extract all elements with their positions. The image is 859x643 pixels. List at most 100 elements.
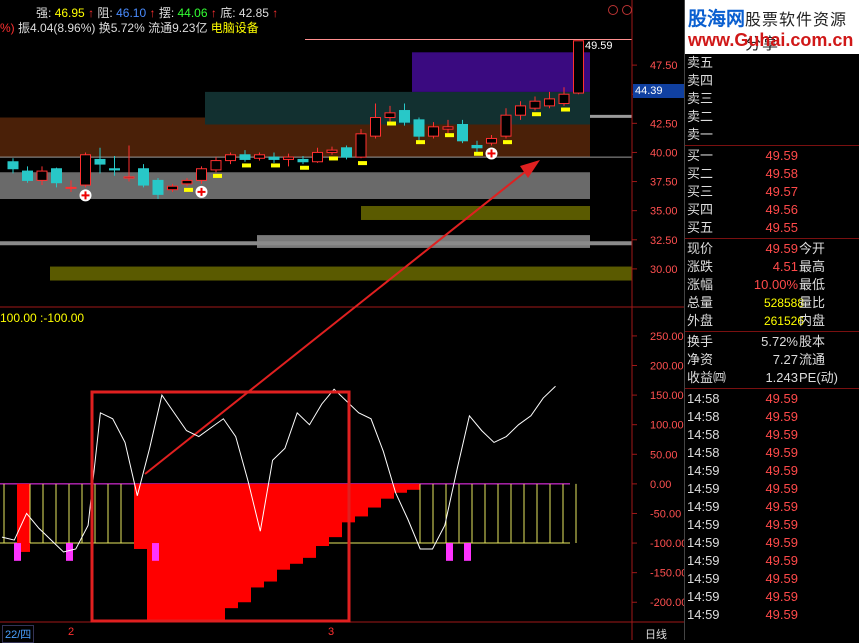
candle-body: [442, 126, 454, 130]
stat-label: 现价: [687, 241, 714, 256]
candle-body: [225, 154, 236, 162]
candle-body: [573, 40, 584, 94]
date-label: 22/四: [2, 625, 35, 643]
candle-body: [268, 156, 280, 160]
candle-body: [457, 123, 468, 142]
close-circle-icon[interactable]: [608, 5, 618, 15]
pink-bar: [66, 543, 73, 561]
signal-mark: [532, 112, 541, 117]
sell-label: 卖三: [687, 91, 714, 106]
swing-label: 摆:: [158, 6, 175, 20]
stat-label: 涨跌: [687, 259, 714, 274]
panel-divider: [685, 238, 859, 239]
oscillator-bar: [277, 483, 290, 570]
tick-time: 14:59: [687, 463, 720, 478]
oscillator-bar: [407, 483, 420, 490]
tick-time: 14:58: [687, 445, 720, 460]
tick-row: 14:58 49.59: [685, 408, 859, 426]
tick-time: 14:59: [687, 553, 720, 568]
panel-divider: [685, 331, 859, 332]
indicator-header: 100.00 :-100.00: [0, 311, 85, 325]
candle-body: [544, 98, 555, 107]
stat-value: 528588: [763, 296, 804, 310]
candle-body: [297, 158, 309, 163]
oscillator-bar: [173, 483, 186, 620]
tick-time: 14:59: [687, 607, 720, 622]
stat-label: 收益㈣: [687, 370, 727, 385]
price-tick-label: 30.00: [650, 264, 678, 276]
candle-body: [239, 154, 251, 160]
tick-price: 49.59: [765, 535, 798, 550]
candle-body: [355, 133, 367, 158]
stat-label: 换手: [687, 334, 714, 349]
panel-divider: [685, 388, 859, 389]
sell-row: 卖一: [685, 126, 859, 144]
oscillator-bar: [17, 483, 30, 552]
candle-body: [413, 119, 425, 137]
signal-mark: [358, 161, 367, 166]
candle-body: [326, 149, 338, 153]
buy-price: 49.58: [765, 166, 798, 181]
tick-price: 49.59: [765, 427, 798, 442]
tick-row: 14:59 49.59: [685, 516, 859, 534]
stat-label: 总量: [687, 295, 714, 310]
osc-tick-label: -50.00: [650, 508, 681, 520]
osc-tick-label: 50.00: [650, 449, 678, 461]
last-price-label: 49.59: [585, 40, 613, 52]
signal-mark: [213, 173, 222, 178]
candle-body: [152, 179, 164, 195]
oscillator-bar: [225, 483, 238, 609]
tick-price: 49.59: [765, 481, 798, 496]
stat-label-right: 内盘: [799, 313, 826, 328]
support-zone: [412, 52, 590, 92]
oscillator-bar: [394, 483, 407, 493]
month-mark-3: 3: [328, 626, 335, 638]
buy-row: 买四 49.56: [685, 201, 859, 219]
tick-row: 14:59 49.59: [685, 588, 859, 606]
signal-mark: [271, 163, 280, 168]
current-price-tag: 44.39: [633, 84, 685, 98]
oscillator-bar: [355, 483, 368, 517]
strong-label: 强:: [36, 6, 52, 20]
oscillator-bar: [368, 483, 381, 508]
candle-body: [471, 144, 483, 149]
candle-body: [80, 154, 91, 186]
tick-time: 14:59: [687, 517, 720, 532]
tick-time: 14:59: [687, 571, 720, 586]
stat-label: 净资: [687, 352, 714, 367]
stat-value: 5.72%: [761, 334, 798, 349]
oscillator-bar: [381, 483, 394, 499]
tick-price: 49.59: [765, 517, 798, 532]
candle-body: [370, 117, 381, 137]
stat-row: 外盘 261526 内盘: [685, 312, 859, 330]
chart-area[interactable]: 47.5045.0042.5040.0037.5035.0032.5030.00…: [0, 0, 685, 643]
sector-label: 电脑设备: [210, 21, 259, 35]
chart-canvas[interactable]: 47.5045.0042.5040.0037.5035.0032.5030.00…: [0, 0, 684, 640]
candle-body: [51, 168, 62, 184]
candle-body: [399, 110, 410, 123]
mid-value: 46.10: [116, 6, 147, 20]
candle-body: [515, 105, 526, 116]
buy-price: 49.57: [765, 184, 798, 199]
stat-row: 现价 49.59 今开: [685, 240, 859, 258]
price-tick-label: 32.50: [650, 235, 678, 247]
tick-time: 14:59: [687, 535, 720, 550]
oscillator-bar: [186, 483, 199, 620]
strong-value: 46.95: [54, 6, 85, 20]
stat-row: 收益㈣ 1.243 PE(动): [685, 369, 859, 387]
buy-row: 买三 49.57: [685, 183, 859, 201]
oscillator-bar: [199, 483, 212, 620]
stat-label: 外盘: [687, 313, 714, 328]
bottom-value: 42.85: [238, 6, 269, 20]
support-zone: [361, 206, 590, 220]
candle-body: [312, 151, 323, 163]
candle-body: [428, 126, 439, 137]
option-circle-icon[interactable]: [622, 5, 632, 15]
buy-label: 买五: [687, 220, 714, 235]
tick-row: 14:59 49.59: [685, 570, 859, 588]
stat-row: 净资 7.27 流通: [685, 351, 859, 369]
candle-body: [196, 168, 207, 181]
candle-body: [283, 156, 294, 160]
tick-row: 14:59 49.59: [685, 480, 859, 498]
tick-row: 14:59 49.59: [685, 498, 859, 516]
